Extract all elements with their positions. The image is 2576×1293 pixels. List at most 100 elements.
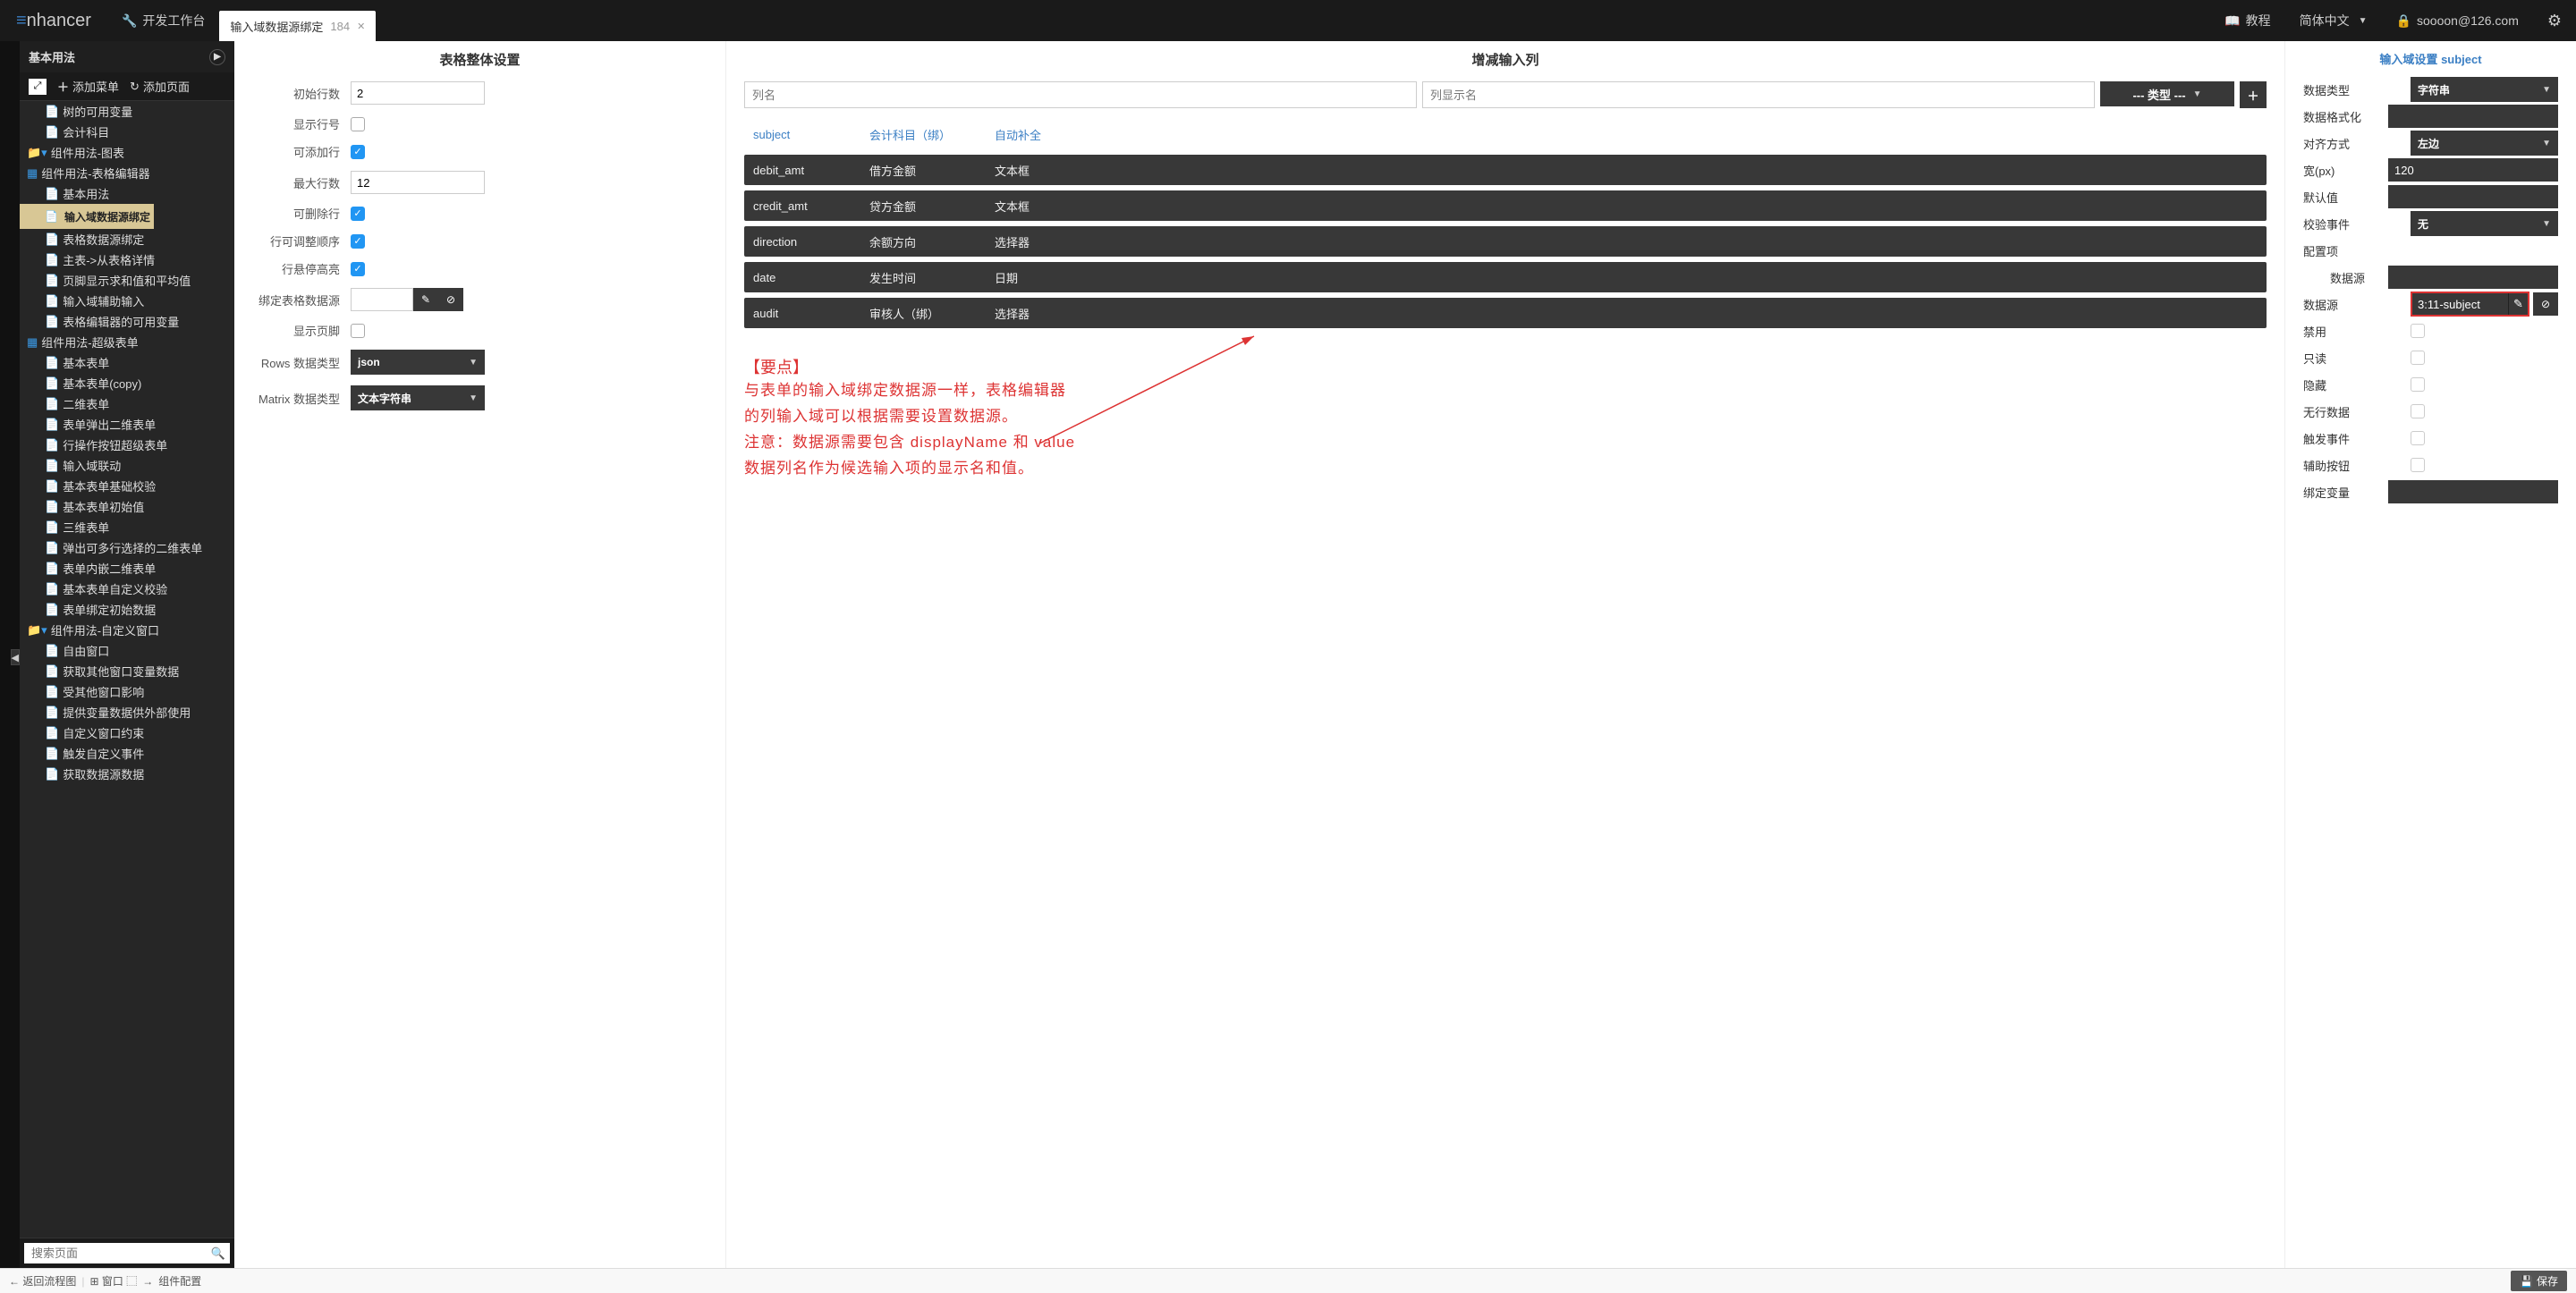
checkbox[interactable] bbox=[2411, 404, 2425, 418]
tree-node[interactable]: 📄基本表单初始值 bbox=[20, 496, 234, 517]
tree-node[interactable]: 📄基本表单(copy) bbox=[20, 373, 234, 393]
edit-icon[interactable]: ✎ bbox=[413, 288, 438, 311]
column-row[interactable]: credit_amt贷方金额文本框 bbox=[744, 190, 2267, 221]
rail-collapse-button[interactable]: ◀ bbox=[11, 649, 20, 665]
setting-row: 显示行号 bbox=[252, 115, 708, 132]
add-menu-button[interactable]: ＋添加菜单 bbox=[57, 78, 119, 95]
tree-node[interactable]: 📄自由窗口 bbox=[20, 640, 234, 661]
tree-node[interactable]: 📄基本用法 bbox=[20, 183, 234, 204]
tree-node[interactable]: 📄表单内嵌二维表单 bbox=[20, 558, 234, 579]
column-type-select[interactable]: --- 类型 ---▼ bbox=[2100, 81, 2234, 106]
checkbox[interactable] bbox=[2411, 324, 2425, 338]
tree-node[interactable]: 📄输入域联动 bbox=[20, 455, 234, 476]
ds-input[interactable] bbox=[351, 288, 413, 311]
tree-node[interactable]: 📄三维表单 bbox=[20, 517, 234, 537]
column-header-row[interactable]: subject 会计科目（绑） 自动补全 bbox=[744, 119, 2267, 149]
edit-icon[interactable]: ✎ bbox=[2508, 293, 2528, 315]
tree-node[interactable]: 📄输入域数据源绑定 bbox=[20, 204, 154, 229]
select[interactable]: json▼ bbox=[351, 350, 485, 375]
save-button[interactable]: 💾保存 bbox=[2511, 1271, 2567, 1291]
tree-node[interactable]: 📄表格编辑器的可用变量 bbox=[20, 311, 234, 332]
checkbox[interactable]: ✓ bbox=[351, 145, 365, 159]
tree-node[interactable]: 📁▾组件用法-图表 bbox=[20, 142, 234, 163]
search-input[interactable] bbox=[24, 1243, 207, 1263]
checkbox[interactable] bbox=[351, 117, 365, 131]
tree-node[interactable]: 📄受其他窗口影响 bbox=[20, 681, 234, 702]
select[interactable]: 文本字符串▼ bbox=[351, 385, 485, 410]
expand-button[interactable]: ⤢ bbox=[29, 79, 47, 95]
add-column-button[interactable]: ＋ bbox=[2240, 81, 2267, 108]
back-button[interactable]: ← 返回流程图 bbox=[9, 1273, 76, 1289]
tree-node[interactable]: 📄弹出可多行选择的二维表单 bbox=[20, 537, 234, 558]
tree-node[interactable]: ▦组件用法-超级表单 bbox=[20, 332, 234, 352]
column-display-input[interactable] bbox=[1422, 81, 2095, 108]
tree-node[interactable]: 📁▾组件用法-自定义窗口 bbox=[20, 620, 234, 640]
checkbox[interactable]: ✓ bbox=[351, 207, 365, 221]
add-page-button[interactable]: ↻添加页面 bbox=[130, 78, 190, 95]
search-icon[interactable]: 🔍 bbox=[207, 1243, 230, 1263]
tree-node[interactable]: 📄表格数据源绑定 bbox=[20, 229, 234, 249]
tree-node[interactable]: 📄表单绑定初始数据 bbox=[20, 599, 234, 620]
tree-node[interactable]: 📄提供变量数据供外部使用 bbox=[20, 702, 234, 723]
tree-node[interactable]: 📄自定义窗口约束 bbox=[20, 723, 234, 743]
column-row[interactable]: audit审核人（绑）选择器 bbox=[744, 298, 2267, 328]
tree-label: 页脚显示求和值和平均值 bbox=[63, 272, 191, 289]
annotation-title: 【要点】 bbox=[744, 355, 2267, 378]
tree-node[interactable]: 📄触发自定义事件 bbox=[20, 743, 234, 764]
dev-console-link[interactable]: 🔧开发工作台 bbox=[107, 12, 219, 30]
column-row[interactable]: direction余额方向选择器 bbox=[744, 226, 2267, 257]
select[interactable]: 字符串▼ bbox=[2411, 77, 2558, 102]
text-input[interactable] bbox=[351, 171, 485, 194]
text-input[interactable] bbox=[2388, 158, 2558, 182]
select[interactable]: 无▼ bbox=[2411, 211, 2558, 236]
user-menu[interactable]: 🔒soooon@126.com bbox=[2382, 13, 2533, 29]
crumb-window[interactable]: ⊞ 窗口 ⬚ bbox=[89, 1273, 137, 1289]
text-input[interactable] bbox=[2388, 105, 2558, 128]
tree-node[interactable]: 📄会计科目 bbox=[20, 122, 234, 142]
checkbox[interactable] bbox=[351, 324, 365, 338]
select[interactable]: 左边▼ bbox=[2411, 131, 2558, 156]
crumb-component[interactable]: 组件配置 bbox=[158, 1273, 201, 1289]
column-row[interactable]: debit_amt借方金额文本框 bbox=[744, 155, 2267, 185]
tree-node[interactable]: 📄行操作按钮超级表单 bbox=[20, 435, 234, 455]
text-input[interactable] bbox=[2388, 480, 2558, 503]
checkbox[interactable] bbox=[2411, 458, 2425, 472]
ban-icon[interactable]: ⊘ bbox=[438, 288, 463, 311]
tree-node[interactable]: 📄基本表单 bbox=[20, 352, 234, 373]
checkbox[interactable]: ✓ bbox=[351, 234, 365, 249]
tree-node[interactable]: 📄基本表单基础校验 bbox=[20, 476, 234, 496]
tree-node[interactable]: 📄获取其他窗口变量数据 bbox=[20, 661, 234, 681]
page-icon: 📄 bbox=[45, 747, 59, 761]
text-input[interactable] bbox=[351, 81, 485, 105]
tutorial-link[interactable]: 📖教程 bbox=[2210, 12, 2284, 30]
prop-row: 数据格式化 bbox=[2303, 103, 2558, 130]
tree-node[interactable]: ▦组件用法-表格编辑器 bbox=[20, 163, 234, 183]
checkbox[interactable] bbox=[2411, 351, 2425, 365]
logo[interactable]: ≡nhancer bbox=[0, 11, 107, 31]
tree-node[interactable]: 📄主表->从表格详情 bbox=[20, 249, 234, 270]
play-icon[interactable]: ▶ bbox=[209, 49, 225, 65]
checkbox[interactable] bbox=[2411, 431, 2425, 445]
column-name-input[interactable] bbox=[744, 81, 1417, 108]
tree-node[interactable]: 📄获取数据源数据 bbox=[20, 764, 234, 784]
field-props-column: 输入域设置 subject 数据类型字符串▼数据格式化对齐方式左边▼宽(px)默… bbox=[2285, 41, 2576, 1268]
ban-icon[interactable]: ⊘ bbox=[2533, 292, 2558, 316]
text-input[interactable] bbox=[2388, 185, 2558, 208]
tree-node[interactable]: 📄页脚显示求和值和平均值 bbox=[20, 270, 234, 291]
tree-node[interactable]: 📄树的可用变量 bbox=[20, 101, 234, 122]
checkbox[interactable]: ✓ bbox=[351, 262, 365, 276]
page-icon: 📄 bbox=[45, 685, 59, 699]
lang-select[interactable]: 简体中文▼ bbox=[2285, 12, 2382, 30]
settings-button[interactable]: ⚙ bbox=[2533, 12, 2576, 30]
column-row[interactable]: date发生时间日期 bbox=[744, 262, 2267, 292]
chevron-down-icon: ▼ bbox=[469, 393, 478, 403]
tree-node[interactable]: 📄输入域辅助输入 bbox=[20, 291, 234, 311]
page-icon: 📄 bbox=[45, 541, 59, 555]
active-tab[interactable]: 输入域数据源绑定 184 ✕ bbox=[219, 11, 376, 41]
checkbox[interactable] bbox=[2411, 377, 2425, 392]
close-icon[interactable]: ✕ bbox=[357, 21, 365, 32]
tree-node[interactable]: 📄表单弹出二维表单 bbox=[20, 414, 234, 435]
tree-node[interactable]: 📄二维表单 bbox=[20, 393, 234, 414]
text-input[interactable] bbox=[2388, 266, 2558, 289]
tree-node[interactable]: 📄基本表单自定义校验 bbox=[20, 579, 234, 599]
